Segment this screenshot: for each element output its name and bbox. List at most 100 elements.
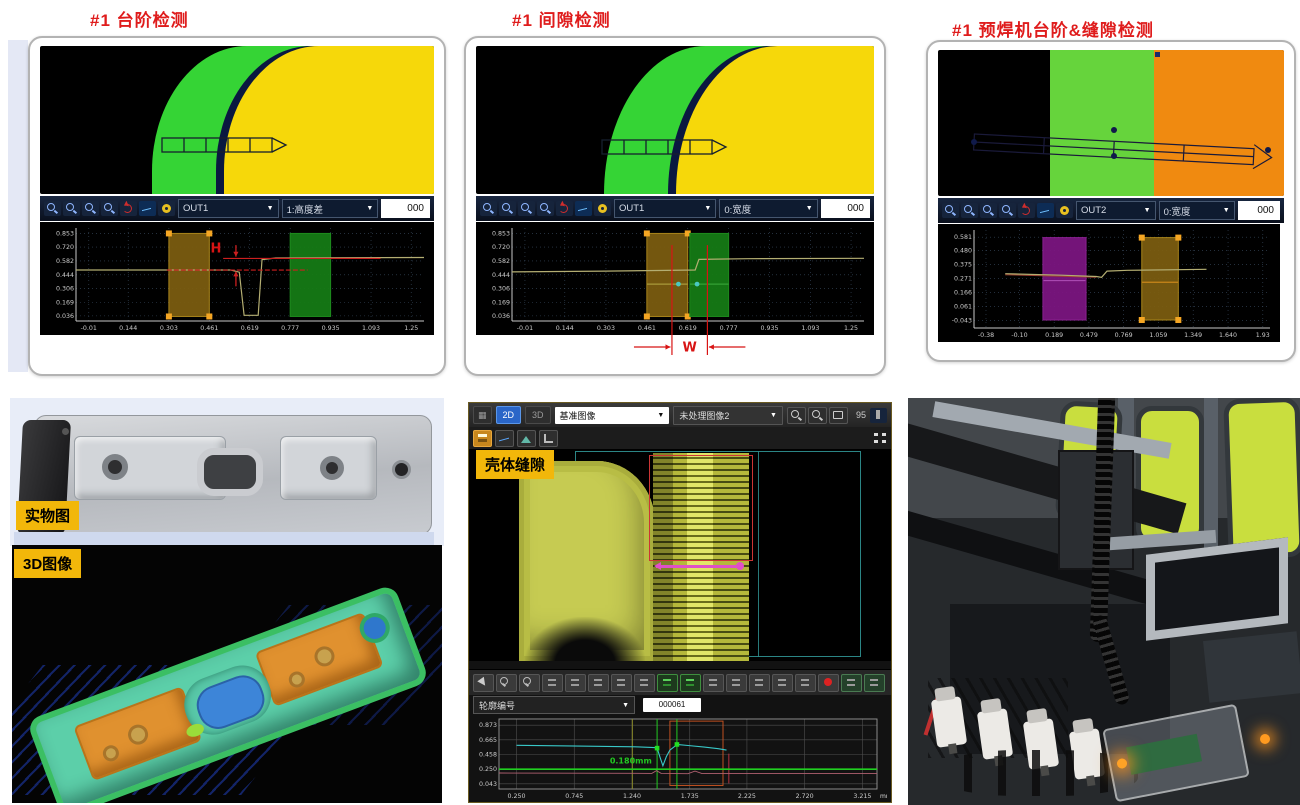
- export-icon[interactable]: [841, 674, 862, 692]
- svg-text:0.458: 0.458: [479, 751, 497, 758]
- svg-text:0.036: 0.036: [492, 313, 510, 320]
- gap-value-box[interactable]: 000: [821, 199, 870, 218]
- record-icon[interactable]: [818, 674, 839, 692]
- zoom-out-icon[interactable]: [63, 201, 80, 216]
- svg-text:2.720: 2.720: [796, 793, 814, 800]
- zoom-in-icon[interactable]: [44, 201, 61, 216]
- svg-text:0.853: 0.853: [56, 231, 74, 238]
- svg-text:0.935: 0.935: [761, 325, 779, 332]
- box3-icon[interactable]: [795, 674, 816, 692]
- zoom-in-icon[interactable]: [496, 674, 517, 692]
- svg-text:0.619: 0.619: [679, 325, 697, 332]
- svg-text:-0.01: -0.01: [81, 325, 97, 332]
- zoom-fit-icon[interactable]: [537, 201, 554, 216]
- zoom-sel-icon[interactable]: [82, 201, 99, 216]
- fullscreen-icon[interactable]: [874, 433, 887, 444]
- step-out-select[interactable]: OUT1▼: [178, 199, 279, 218]
- mountain-icon[interactable]: [517, 430, 536, 447]
- trend-icon[interactable]: [1037, 203, 1054, 218]
- view-grid-icon[interactable]: ▦: [473, 406, 492, 424]
- svg-text:0.375: 0.375: [954, 262, 972, 269]
- viewer-image-area: -7.3 7.3 mm: [469, 449, 892, 661]
- processed-image-select[interactable]: 未处理图像2▼: [673, 406, 783, 425]
- ghost1-icon[interactable]: [703, 674, 724, 692]
- svg-text:0.777: 0.777: [720, 325, 738, 332]
- svg-text:0.271: 0.271: [954, 276, 972, 283]
- preweld-mode-value: 0:宽度: [1164, 204, 1191, 218]
- svg-text:0.444: 0.444: [56, 272, 74, 279]
- step-heightmap-image: [40, 46, 434, 194]
- dropdown-arrow-icon: ▼: [267, 205, 274, 212]
- rotate-left-icon[interactable]: [542, 674, 563, 692]
- svg-text:0.582: 0.582: [56, 258, 74, 265]
- ghost2-icon[interactable]: [726, 674, 747, 692]
- svg-text:0.581: 0.581: [954, 234, 972, 241]
- gap-toolbar: OUT1▼ 0:宽度▼ 000: [476, 196, 874, 221]
- svg-text:0.769: 0.769: [1115, 332, 1133, 339]
- trend-icon[interactable]: [575, 201, 592, 216]
- profile-select-value: 轮廓编号: [479, 699, 515, 712]
- box1-icon[interactable]: [749, 674, 770, 692]
- zoom-fit-icon[interactable]: [101, 201, 118, 216]
- gap-mode-value: 0:宽度: [724, 202, 751, 216]
- gap-mode-select[interactable]: 0:宽度▼: [719, 199, 817, 218]
- pointer-icon[interactable]: [473, 674, 494, 692]
- zoom-out-icon[interactable]: [499, 201, 516, 216]
- profile-icon[interactable]: [634, 674, 655, 692]
- svg-text:1.25: 1.25: [404, 325, 418, 332]
- step-value-box[interactable]: 000: [381, 199, 430, 218]
- svg-text:0.619: 0.619: [241, 325, 259, 332]
- layers-icon[interactable]: [473, 430, 492, 447]
- rotate-right-icon[interactable]: [565, 674, 586, 692]
- preweld-out-value: OUT2: [1081, 205, 1106, 216]
- wave-icon[interactable]: [495, 430, 514, 447]
- zoom-in-icon[interactable]: [787, 407, 806, 424]
- pan-icon[interactable]: [588, 674, 609, 692]
- step-mode-select[interactable]: 1:高度差▼: [282, 199, 379, 218]
- svg-text:1.059: 1.059: [1149, 332, 1167, 339]
- preweld-mode-select[interactable]: 0:宽度▼: [1159, 201, 1235, 220]
- photo-shape: [1146, 537, 1288, 640]
- box2-icon[interactable]: [772, 674, 793, 692]
- measure-arrow: [656, 565, 740, 568]
- trend-icon[interactable]: [139, 201, 156, 216]
- tab-2d[interactable]: 2D: [496, 406, 522, 424]
- photo-shape: [392, 460, 411, 479]
- photo-shape: [1260, 734, 1270, 744]
- gap-toolbar-icons: [480, 201, 611, 216]
- gap-out-select[interactable]: OUT1▼: [614, 199, 716, 218]
- zoom-in-icon[interactable]: [942, 203, 959, 218]
- fit-screen-icon[interactable]: [829, 407, 848, 424]
- zoom-sel-icon[interactable]: [518, 201, 535, 216]
- zoom-fit-icon[interactable]: [999, 203, 1016, 218]
- settings-icon[interactable]: [1056, 203, 1073, 218]
- svg-text:0.777: 0.777: [281, 325, 299, 332]
- svg-text:0.303: 0.303: [160, 325, 178, 332]
- zoom-out-icon[interactable]: [519, 674, 540, 692]
- pan2-icon[interactable]: [611, 674, 632, 692]
- profile-number-select[interactable]: 轮廓编号▼: [473, 696, 635, 714]
- capture-icon[interactable]: [864, 674, 885, 692]
- photo-shape: [102, 454, 128, 480]
- settings-icon[interactable]: [158, 201, 175, 216]
- base-image-select[interactable]: 基准图像▼: [555, 407, 670, 424]
- undo-icon[interactable]: [556, 201, 573, 216]
- gap-measure-chart: 0.8730.6650.4580.2500.0430.2500.7451.240…: [473, 715, 887, 801]
- green-image-icon[interactable]: [680, 674, 701, 692]
- settings-icon[interactable]: [594, 201, 611, 216]
- angle-icon[interactable]: [539, 430, 558, 447]
- svg-text:-0.01: -0.01: [517, 325, 533, 332]
- profile-number-value[interactable]: 000061: [643, 698, 701, 712]
- tab-3d[interactable]: 3D: [525, 406, 551, 424]
- step-profile-chart: 0.8530.7200.5820.4440.3060.1690.036-0.01…: [40, 222, 434, 335]
- zoom-out-icon[interactable]: [808, 407, 827, 424]
- undo-icon[interactable]: [1018, 203, 1035, 218]
- undo-icon[interactable]: [120, 201, 137, 216]
- preweld-value-box[interactable]: 000: [1238, 201, 1280, 220]
- zoom-in-icon[interactable]: [480, 201, 497, 216]
- zoom-out-icon[interactable]: [961, 203, 978, 218]
- zoom-sel-icon[interactable]: [980, 203, 997, 218]
- panel-icon[interactable]: [870, 408, 887, 423]
- preweld-out-select[interactable]: OUT2▼: [1076, 201, 1156, 220]
- green-grid-icon[interactable]: [657, 674, 678, 692]
